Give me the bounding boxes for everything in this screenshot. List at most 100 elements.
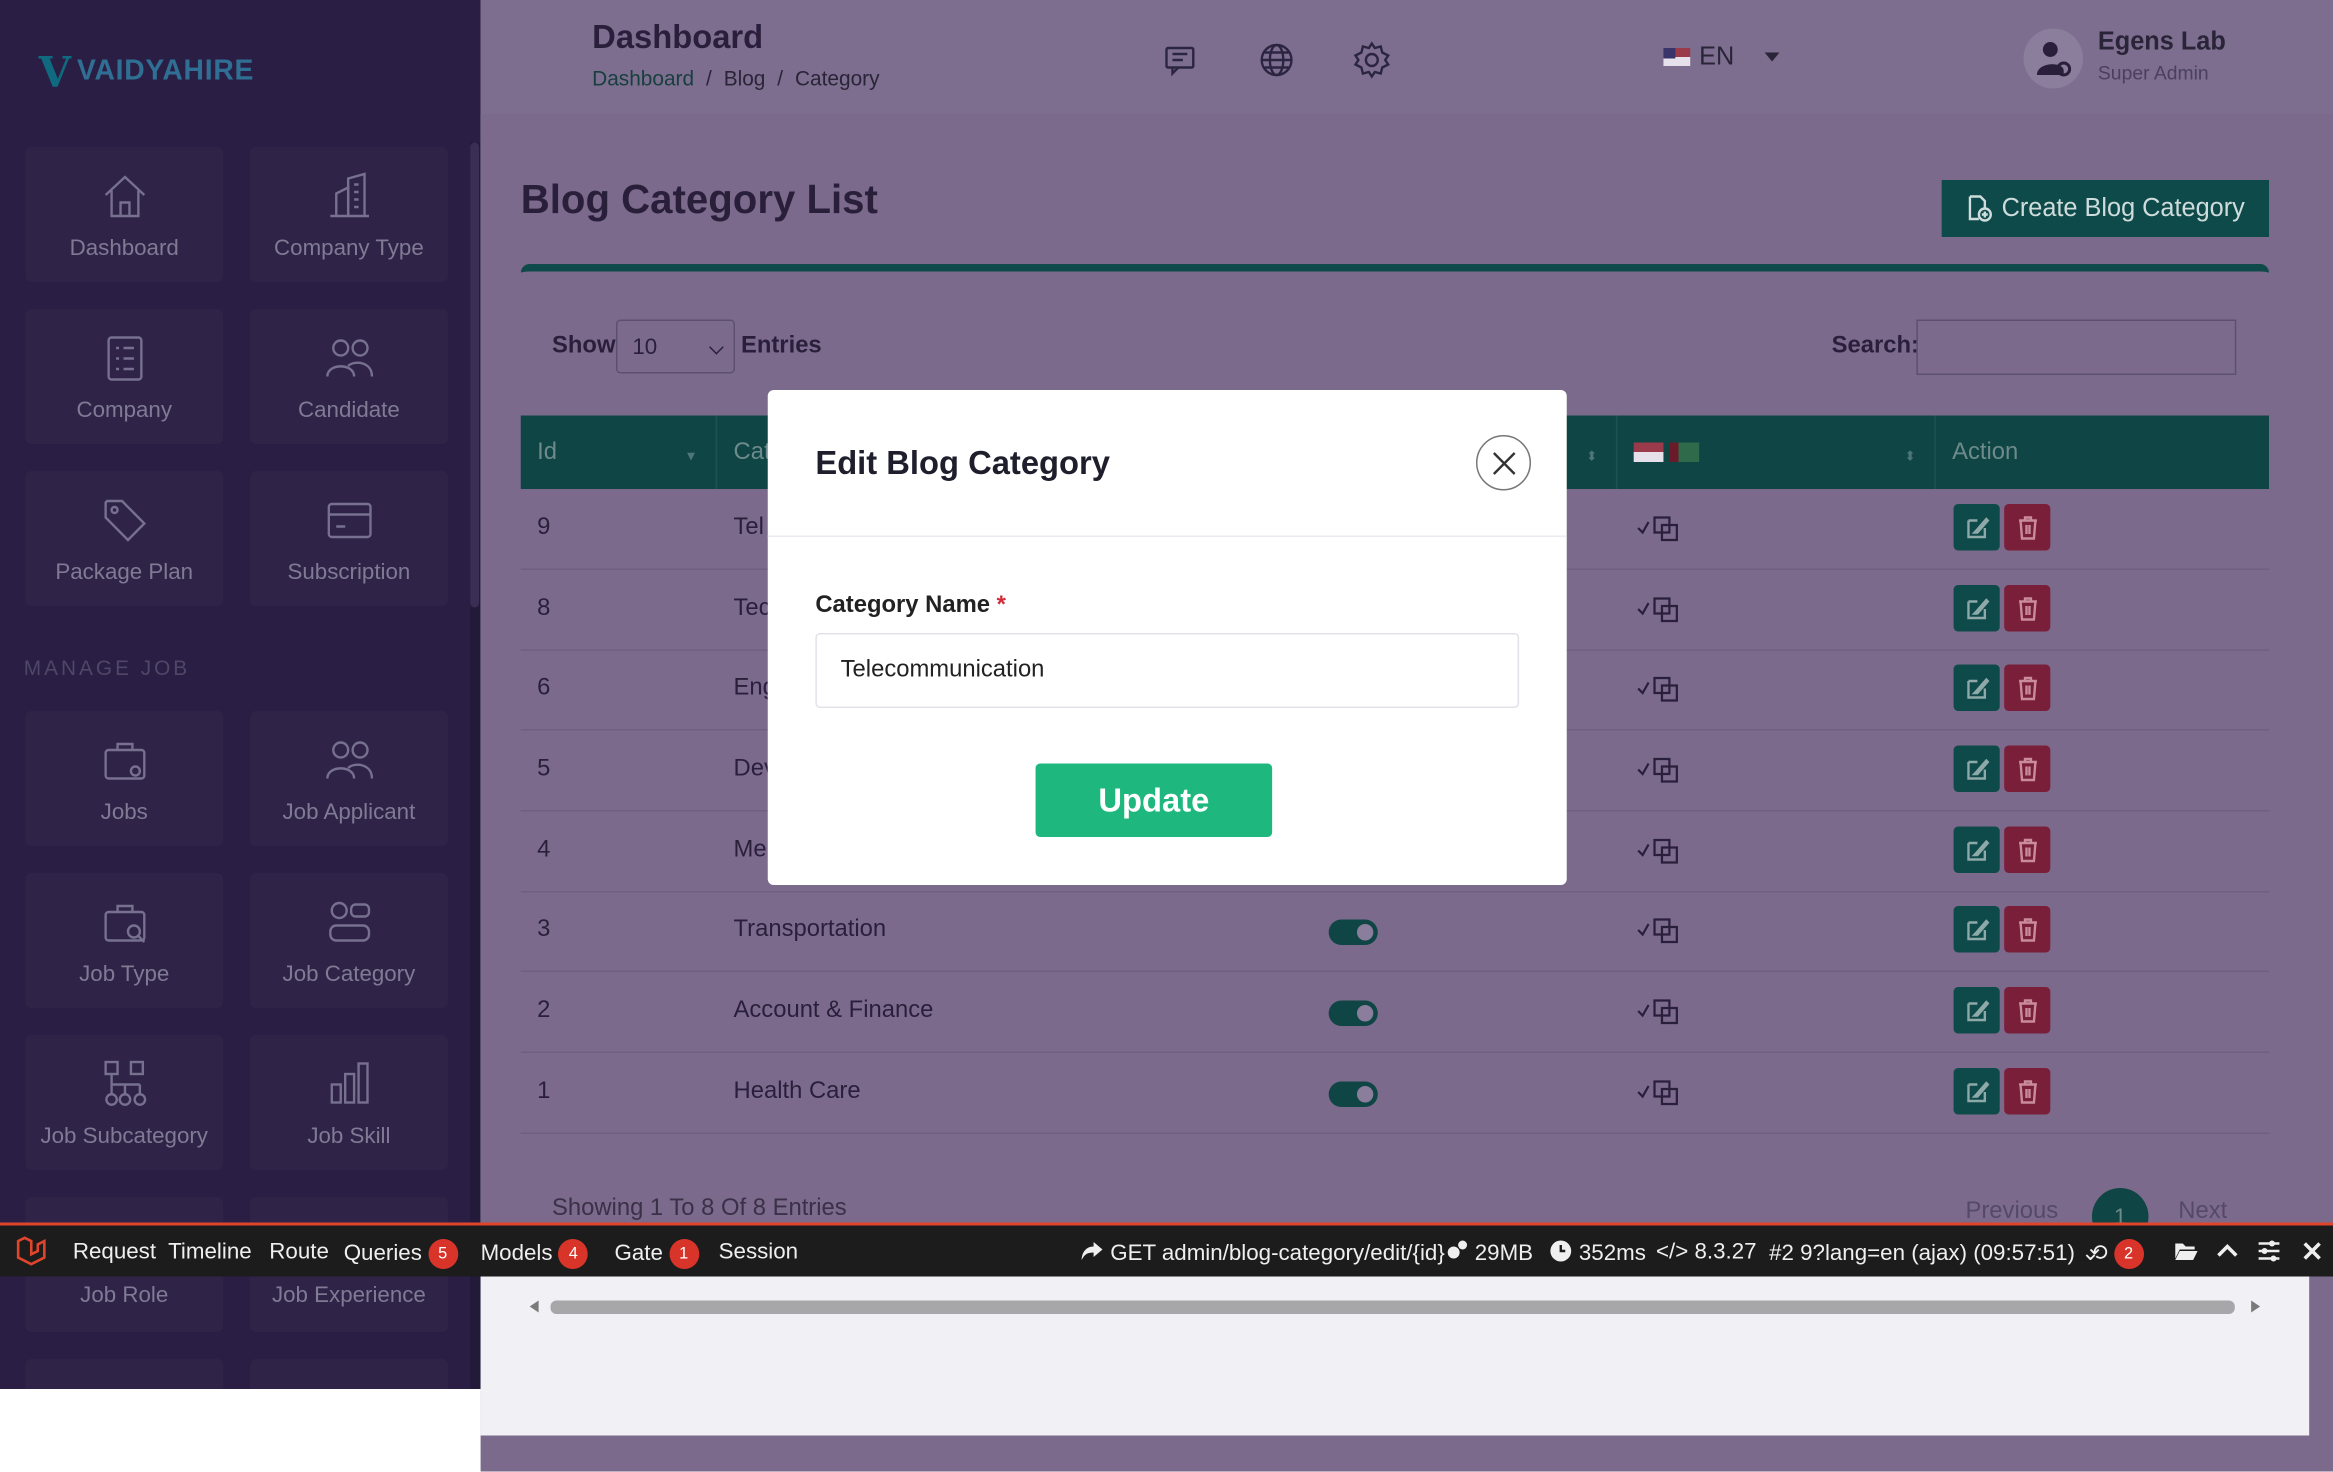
scroll-left-icon[interactable] xyxy=(529,1300,539,1313)
sidebar-item-subscription[interactable]: Subscription xyxy=(249,471,448,606)
sidebar-item-label: Job Skill xyxy=(307,1122,391,1149)
sidebar-item-job-subcategory[interactable]: Job Subcategory xyxy=(25,1035,224,1170)
sidebar-item-company-type[interactable]: Company Type xyxy=(249,147,448,282)
update-button[interactable]: Update xyxy=(1035,763,1273,837)
debug-maximize-button[interactable] xyxy=(2215,1239,2239,1266)
edit-button[interactable] xyxy=(1953,906,2000,953)
sidebar-item-job-type[interactable]: Job Type xyxy=(25,873,224,1008)
debug-request-selector[interactable]: #2 9?lang=en (ajax) (09:57:51) ⌄ xyxy=(1769,1239,2100,1267)
pagination-next[interactable]: Next xyxy=(2178,1199,2227,1226)
sidebar-item-job-skill[interactable]: Job Skill xyxy=(249,1035,448,1170)
debug-tab-timeline[interactable]: Timeline xyxy=(168,1239,252,1265)
secondary-language-flag-icon xyxy=(1669,442,1700,462)
sort-icon: ⬍ xyxy=(1586,448,1598,464)
status-toggle[interactable] xyxy=(1328,1000,1378,1026)
column-header-id[interactable]: Id xyxy=(537,416,557,490)
sidebar-scrollbar[interactable] xyxy=(470,142,480,608)
delete-button[interactable] xyxy=(2004,906,2051,953)
sidebar-item-label: Company xyxy=(76,396,172,423)
status-toggle[interactable] xyxy=(1328,1081,1378,1107)
laravel-logo-icon[interactable] xyxy=(15,1235,48,1271)
sidebar-item-jobs[interactable]: Jobs xyxy=(25,711,224,846)
translation-status[interactable] xyxy=(1637,515,1688,542)
edit-button[interactable] xyxy=(1953,826,2000,873)
debug-settings-button[interactable] xyxy=(2257,1239,2281,1266)
entries-select[interactable]: 10 xyxy=(615,319,736,374)
gate-count-badge: 1 xyxy=(668,1239,699,1269)
edit-button[interactable] xyxy=(1953,664,2000,711)
create-button-label: Create Blog Category xyxy=(2001,193,2245,223)
horizontal-scrollbar[interactable] xyxy=(521,1293,2269,1320)
pagination-previous[interactable]: Previous xyxy=(1965,1199,2058,1226)
scroll-right-icon[interactable] xyxy=(2251,1300,2261,1313)
sidebar-item-candidate[interactable]: Candidate xyxy=(249,309,448,444)
messages-button[interactable] xyxy=(1161,39,1203,81)
sidebar-item-job-applicant[interactable]: Job Applicant xyxy=(249,711,448,846)
scroll-thumb[interactable] xyxy=(550,1300,2235,1314)
edit-button[interactable] xyxy=(1953,1068,2000,1115)
row-id: 6 xyxy=(537,675,551,701)
delete-button[interactable] xyxy=(2004,585,2051,632)
debug-tab-session[interactable]: Session xyxy=(719,1239,798,1265)
delete-button[interactable] xyxy=(2004,987,2051,1034)
avatar[interactable] xyxy=(2023,28,2084,89)
row-category-name: Tec xyxy=(733,595,771,622)
search-input[interactable] xyxy=(1916,319,2237,375)
debug-memory[interactable]: 29MB xyxy=(1445,1239,1533,1266)
settings-button[interactable] xyxy=(1351,39,1393,81)
edit-button[interactable] xyxy=(1953,745,2000,792)
status-toggle[interactable] xyxy=(1328,919,1378,945)
tag-icon xyxy=(103,499,146,541)
breadcrumb-blog[interactable]: Blog xyxy=(724,66,766,90)
delete-button[interactable] xyxy=(2004,745,2051,792)
translation-status[interactable] xyxy=(1637,998,1688,1025)
translation-status[interactable] xyxy=(1637,917,1688,944)
edit-button[interactable] xyxy=(1953,585,2000,632)
debug-tab-request[interactable]: Request xyxy=(73,1239,156,1265)
translation-status[interactable] xyxy=(1637,756,1688,783)
language-selector[interactable]: EN xyxy=(1663,42,1779,72)
delete-button[interactable] xyxy=(2004,664,2051,711)
breadcrumb-link-dashboard[interactable]: Dashboard xyxy=(592,66,694,90)
debug-route[interactable]: GET admin/blog-category/edit/{id} xyxy=(1080,1239,1445,1266)
debug-history-button[interactable]: ⟲ 2 xyxy=(2089,1239,2144,1270)
sidebar-item-company[interactable]: Company xyxy=(25,309,224,444)
modal-close-button[interactable] xyxy=(1475,435,1532,491)
debug-close-button[interactable] xyxy=(2300,1239,2324,1266)
column-header-category[interactable]: Cat xyxy=(734,416,771,490)
translation-status[interactable] xyxy=(1637,596,1688,623)
create-blog-category-button[interactable]: Create Blog Category xyxy=(1941,180,2270,237)
sidebar-item-more[interactable] xyxy=(249,1359,448,1389)
brand-logo[interactable]: V VAIDYAHIRE xyxy=(39,42,254,102)
edit-button[interactable] xyxy=(1953,987,2000,1034)
debug-open-button[interactable] xyxy=(2174,1239,2198,1266)
delete-button[interactable] xyxy=(2004,1068,2051,1115)
delete-button[interactable] xyxy=(2004,826,2051,873)
sidebar-item-more[interactable] xyxy=(25,1359,224,1389)
sidebar-item-label: Jobs xyxy=(100,798,148,825)
debug-php-version[interactable]: </> 8.3.27 xyxy=(1656,1239,1757,1265)
delete-button[interactable] xyxy=(2004,504,2051,551)
edit-icon xyxy=(1966,918,1989,940)
translation-status[interactable] xyxy=(1637,675,1688,702)
debug-tab-gate[interactable]: Gate 1 xyxy=(614,1239,699,1269)
debug-tab-route[interactable]: Route xyxy=(269,1239,329,1265)
translate-icon xyxy=(1637,838,1678,864)
us-flag-icon xyxy=(1633,442,1664,462)
debug-tab-queries[interactable]: Queries 5 xyxy=(344,1239,458,1269)
debug-time[interactable]: 352ms xyxy=(1549,1239,1646,1266)
row-category-name: Health Care xyxy=(733,1078,861,1105)
edit-button[interactable] xyxy=(1953,504,2000,551)
sidebar-item-dashboard[interactable]: Dashboard xyxy=(25,147,224,282)
trash-icon xyxy=(2018,838,2037,862)
website-button[interactable] xyxy=(1256,39,1298,81)
bar-chart-icon xyxy=(329,1061,368,1103)
logo-mark-icon: V xyxy=(38,47,72,97)
sidebar-item-job-category[interactable]: Job Category xyxy=(249,873,448,1008)
sidebar-item-package-plan[interactable]: Package Plan xyxy=(25,471,224,606)
translation-status[interactable] xyxy=(1637,837,1688,864)
breadcrumb-separator: / xyxy=(705,66,712,90)
debug-tab-models[interactable]: Models 4 xyxy=(481,1239,589,1269)
translation-status[interactable] xyxy=(1637,1079,1688,1106)
category-name-input[interactable] xyxy=(815,633,1520,708)
